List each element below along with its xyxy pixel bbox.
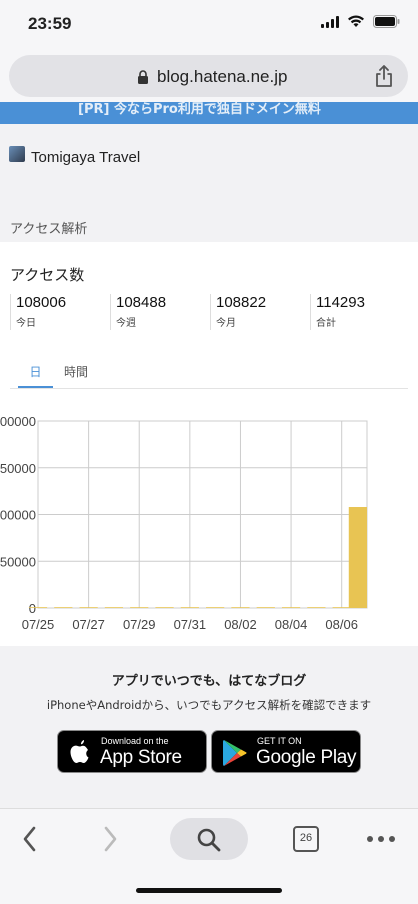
status-time: 23:59: [28, 14, 72, 33]
apple-icon: [70, 740, 89, 763]
stat-month: 108822 今月: [210, 294, 266, 330]
chart-bar: [155, 607, 174, 608]
chart-bar: [54, 607, 73, 608]
search-button[interactable]: [170, 818, 248, 860]
tab-hour[interactable]: 時間: [64, 363, 88, 380]
stat-value: 108822: [216, 294, 267, 311]
chart-bar: [348, 507, 367, 608]
x-tick-label: 07/25: [22, 617, 55, 632]
chart-bar: [256, 607, 275, 608]
x-tick-label: 07/29: [123, 617, 156, 632]
google-play-big-text: Google Play: [256, 747, 357, 768]
section-label: アクセス解析: [10, 222, 88, 237]
pr-banner-text: [PR] 今ならPro利用で独自ドメイン無料: [78, 102, 321, 117]
stat-label: 合計: [316, 318, 336, 329]
stat-label: 今月: [216, 318, 236, 329]
chart-bar: [281, 607, 301, 608]
home-indicator: [136, 888, 282, 893]
app-store-big-text: App Store: [100, 747, 182, 768]
chart-bar: [206, 607, 225, 608]
google-play-small-text: GET IT ON: [257, 736, 302, 746]
tab-active-indicator: [18, 386, 53, 388]
google-play-button[interactable]: GET IT ON Google Play: [211, 730, 361, 773]
cellular-signal-icon: [321, 15, 339, 28]
y-tick-label: 100000: [0, 508, 36, 523]
blog-title[interactable]: Tomigaya Travel: [31, 149, 140, 166]
stat-label: 今週: [116, 318, 136, 329]
stat-value: 108488: [116, 294, 167, 311]
blog-avatar: [9, 146, 25, 162]
chart-bar: [104, 607, 124, 608]
x-tick-label: 08/04: [275, 617, 308, 632]
chart-bar: [332, 607, 351, 608]
y-tick-label: 150000: [0, 461, 36, 476]
more-icon[interactable]: [365, 818, 397, 860]
chart-bar: [180, 607, 199, 608]
x-tick-label: 07/27: [72, 617, 105, 632]
access-title: アクセス数: [10, 266, 85, 284]
stat-value: 114293: [316, 294, 365, 311]
access-chart: 200000 150000 100000 50000 007/25 07/27 07/29 0…: [0, 414, 368, 632]
stat-total: 114293 合計: [310, 294, 365, 330]
stat-today: 108006 今日: [10, 294, 66, 330]
address-bar[interactable]: blog.hatena.ne.jp: [9, 55, 408, 97]
stat-label: 今日: [16, 318, 36, 329]
url-text: blog.hatena.ne.jp: [157, 67, 288, 86]
google-play-icon: [223, 740, 247, 766]
app-store-button[interactable]: Download on the App Store: [57, 730, 207, 773]
wifi-icon: [348, 15, 364, 27]
y-tick-label: 0: [29, 601, 36, 616]
status-bar: 23:59: [0, 0, 418, 52]
y-tick-label: 200000: [0, 414, 36, 429]
tab-day[interactable]: 日: [18, 363, 53, 380]
chart-bar: [307, 607, 326, 608]
forward-icon[interactable]: [98, 818, 122, 860]
battery-icon: [373, 15, 400, 28]
chart-bar: [79, 607, 98, 608]
search-icon: [197, 828, 221, 852]
back-icon[interactable]: [18, 818, 42, 860]
app-promo-title: アプリでいつでも、はてなブログ: [111, 674, 307, 689]
stat-value: 108006: [16, 294, 67, 311]
pr-banner[interactable]: [PR] 今ならPro利用で独自ドメイン無料: [0, 102, 418, 124]
status-icons: [321, 15, 400, 28]
tab-divider: [10, 388, 408, 389]
y-tick-label: 50000: [0, 554, 36, 569]
chart-bar: [130, 607, 149, 608]
stat-week: 108488 今週: [110, 294, 166, 330]
x-tick-label: 08/06: [325, 617, 358, 632]
chart-bar: [28, 607, 48, 608]
chart-bar: [231, 607, 250, 608]
app-store-small-text: Download on the: [101, 736, 169, 746]
x-tick-label: 07/31: [174, 617, 207, 632]
x-tick-label: 08/02: [224, 617, 257, 632]
app-promo-subtitle: iPhoneやAndroidから、いつでもアクセス解析を確認できます: [46, 698, 372, 712]
browser-address-area: blog.hatena.ne.jp: [0, 52, 418, 102]
lock-icon: [138, 70, 148, 84]
tabs-button[interactable]: 26: [293, 826, 319, 852]
share-icon[interactable]: [374, 64, 394, 88]
